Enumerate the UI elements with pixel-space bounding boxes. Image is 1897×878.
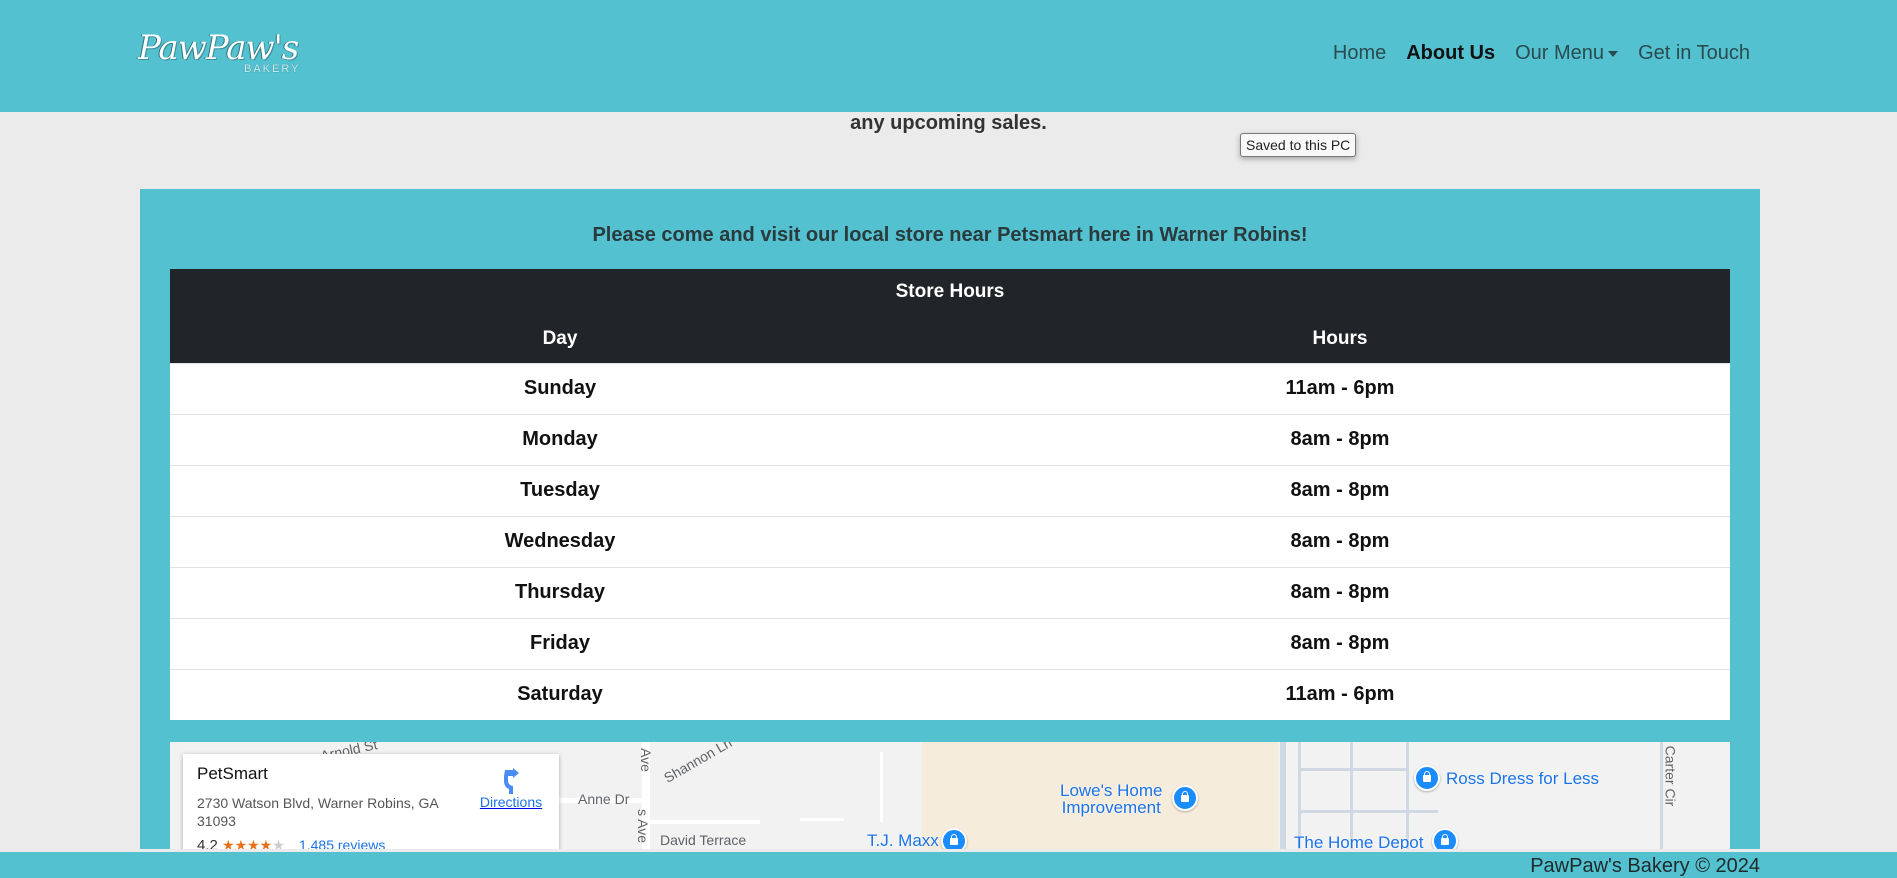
table-row: Thursday 8am - 8pm xyxy=(170,566,1730,618)
main-nav: Home About Us Our Menu Get in Touch xyxy=(1333,42,1750,65)
place-label-lowes-line2: Improvement xyxy=(1061,798,1161,817)
street-label-ave: Ave xyxy=(637,748,654,772)
place-label-home-depot[interactable]: The Home Depot xyxy=(1294,834,1423,849)
map-road xyxy=(800,818,844,821)
nav-about-us[interactable]: About Us xyxy=(1406,42,1495,65)
day-cell: Tuesday xyxy=(170,464,950,516)
day-cell: Saturday xyxy=(170,668,950,720)
store-hours-table: Store Hours Day Hours Sunday 11am - 6pm … xyxy=(170,269,1730,720)
logo-text: PawPaw's xyxy=(138,28,299,68)
place-address: 2730 Watson Blvd, Warner Robins, GA 3109… xyxy=(197,795,438,829)
google-map[interactable]: Arnold St Shannon Ln Anne Dr David Terra… xyxy=(170,742,1730,849)
nav-home[interactable]: Home xyxy=(1333,42,1386,65)
table-row: Friday 8am - 8pm xyxy=(170,617,1730,669)
navbar: PawPaw's BAKERY Home About Us Our Menu G… xyxy=(0,0,1897,112)
column-header-hours: Hours xyxy=(950,315,1730,363)
rating-stars-icon: ★★★★★ xyxy=(222,837,285,849)
place-label-ross[interactable]: Ross Dress for Less xyxy=(1446,770,1599,787)
footer: PawPaw's Bakery © 2024 xyxy=(0,852,1897,878)
shopping-pin-icon[interactable] xyxy=(1432,828,1458,849)
table-row: Wednesday 8am - 8pm xyxy=(170,515,1730,567)
table-row: Sunday 11am - 6pm xyxy=(170,362,1730,414)
visit-text: Please come and visit our local store ne… xyxy=(592,224,1308,246)
hours-cell: 11am - 6pm xyxy=(950,362,1730,414)
day-cell: Sunday xyxy=(170,362,950,414)
hours-cell: 11am - 6pm xyxy=(950,668,1730,720)
map-road xyxy=(1280,742,1286,849)
upcoming-sales-text: any upcoming sales. xyxy=(850,112,1047,134)
footer-copyright: PawPaw's Bakery © 2024 xyxy=(1530,855,1760,877)
place-label-lowes-line1: Lowe's Home xyxy=(1060,781,1163,800)
hours-cell: 8am - 8pm xyxy=(950,413,1730,465)
shopping-pin-icon[interactable] xyxy=(1414,765,1440,791)
reviews-link[interactable]: 1,485 reviews xyxy=(299,837,385,849)
place-rating: 4.2 ★★★★★ 1,485 reviews xyxy=(197,837,385,849)
logo-subtext: BAKERY xyxy=(244,63,301,75)
shopping-pin-icon[interactable] xyxy=(941,828,967,849)
hours-cell: 8am - 8pm xyxy=(950,566,1730,618)
map-road xyxy=(1298,810,1438,813)
store-hours-title: Store Hours xyxy=(170,269,1730,315)
day-cell: Monday xyxy=(170,413,950,465)
map-road xyxy=(880,752,883,822)
shopping-pin-icon[interactable] xyxy=(1172,785,1198,811)
column-header-day: Day xyxy=(170,315,950,363)
street-label-shannon: Shannon Ln xyxy=(661,742,735,786)
hours-cell: 8am - 8pm xyxy=(950,617,1730,669)
place-name: PetSmart xyxy=(197,764,268,783)
street-label-anne: Anne Dr xyxy=(578,791,630,807)
logo[interactable]: PawPaw's BAKERY xyxy=(138,28,320,78)
place-label-lowes[interactable]: Lowe's Home Improvement xyxy=(1060,782,1162,816)
rating-value: 4.2 xyxy=(197,837,218,849)
street-label-carter: Carter Cir xyxy=(1662,745,1679,807)
nav-our-menu-label: Our Menu xyxy=(1515,42,1605,64)
table-row: Saturday 11am - 6pm xyxy=(170,668,1730,720)
nav-our-menu[interactable]: Our Menu xyxy=(1515,42,1619,65)
hours-cell: 8am - 8pm xyxy=(950,464,1730,516)
street-label-s-ave: s Ave xyxy=(635,809,651,843)
map-road xyxy=(650,820,760,824)
hours-cell: 8am - 8pm xyxy=(950,515,1730,567)
day-cell: Wednesday xyxy=(170,515,950,567)
day-cell: Thursday xyxy=(170,566,950,618)
table-row: Tuesday 8am - 8pm xyxy=(170,464,1730,516)
place-label-tjmaxx[interactable]: T.J. Maxx xyxy=(867,832,939,849)
directions-button[interactable]: Directions xyxy=(471,768,551,812)
directions-label: Directions xyxy=(479,794,543,810)
caret-down-icon xyxy=(1608,50,1619,57)
table-row: Monday 8am - 8pm xyxy=(170,413,1730,465)
place-info-card: PetSmart 2730 Watson Blvd, Warner Robins… xyxy=(183,754,559,849)
store-section: Please come and visit our local store ne… xyxy=(140,189,1760,849)
directions-icon xyxy=(504,768,519,794)
street-label-david: David Terrace xyxy=(660,832,747,848)
map-road xyxy=(1298,768,1408,771)
saved-tooltip: Saved to this PC xyxy=(1240,133,1357,157)
nav-get-in-touch[interactable]: Get in Touch xyxy=(1638,42,1750,65)
day-cell: Friday xyxy=(170,617,950,669)
